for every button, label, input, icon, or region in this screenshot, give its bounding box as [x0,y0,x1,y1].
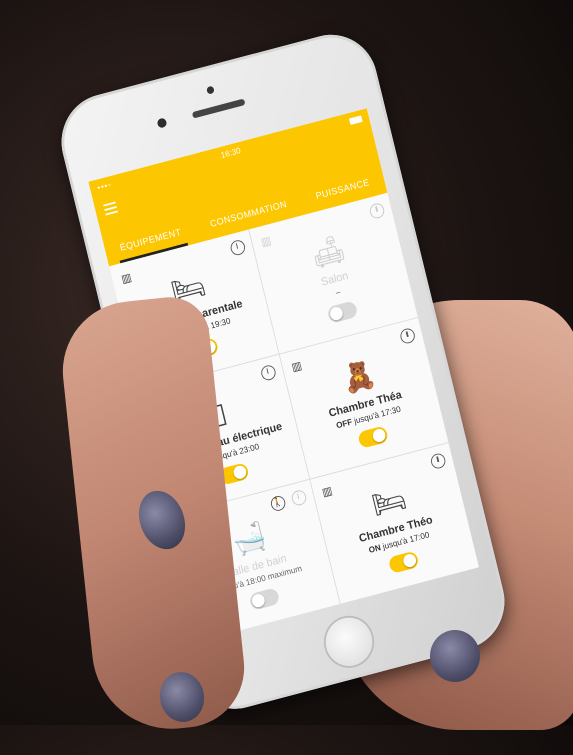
clock-icon[interactable] [228,238,247,257]
radiator-icon: ▥ [259,233,273,249]
earpiece-speaker [191,98,246,119]
clock-icon[interactable] [398,326,417,346]
room-state: ON [367,542,382,555]
clock-icon[interactable] [368,201,386,220]
radiator-icon: ▥ [119,270,133,286]
camera-dot [206,85,215,95]
front-camera [156,117,168,129]
battery-icon [348,114,363,125]
room-toggle[interactable] [387,550,420,574]
room-until: – [334,287,342,298]
radiator-icon: ▥ [320,483,334,499]
room-toggle[interactable] [357,425,390,449]
presence-icon: 🚶 [268,494,287,513]
status-time: 16:30 [219,145,242,160]
fingernail [430,630,480,682]
room-toggle[interactable] [326,300,359,324]
clock-icon[interactable] [259,363,277,382]
hamburger-menu-icon[interactable] [103,201,119,218]
home-button[interactable] [318,610,380,674]
clock-icon[interactable] [429,452,447,471]
room-state: OFF [335,417,354,431]
room-toggle[interactable] [248,587,281,611]
clock-icon[interactable] [289,488,308,508]
radiator-icon: ▥ [290,358,304,374]
